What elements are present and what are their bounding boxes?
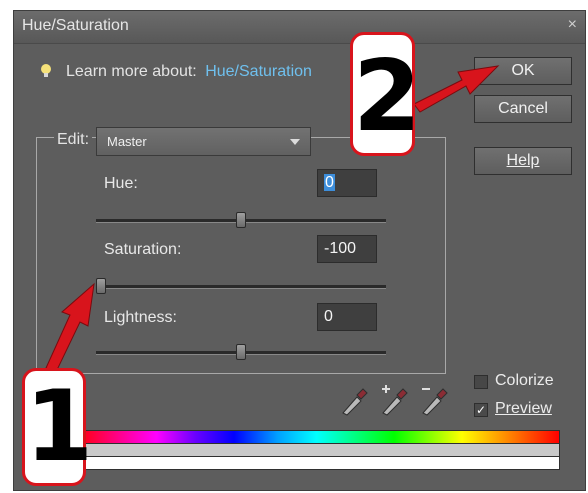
lightness-slider-track[interactable] xyxy=(96,344,386,360)
lightness-slider-thumb[interactable] xyxy=(236,344,246,360)
saturation-label: Saturation: xyxy=(104,241,182,258)
edit-channel-select[interactable]: Master xyxy=(96,127,311,156)
title-bar[interactable]: Hue/Saturation × xyxy=(14,11,585,44)
learn-more-line: Learn more about: Hue/Saturation xyxy=(40,63,312,81)
lightness-value: 0 xyxy=(324,308,333,325)
saturation-slider-track[interactable] xyxy=(96,278,386,294)
dialog-title: Hue/Saturation xyxy=(22,17,129,34)
hue-slider-thumb[interactable] xyxy=(236,212,246,228)
ok-button[interactable]: OK xyxy=(474,57,572,85)
edit-channel-value: Master xyxy=(107,134,147,149)
chevron-down-icon xyxy=(290,139,300,145)
colorize-checkbox[interactable] xyxy=(474,375,488,389)
lightness-bar xyxy=(73,456,560,470)
lightness-input[interactable]: 0 xyxy=(317,303,377,331)
hue-input[interactable]: 0 xyxy=(317,169,377,197)
lightness-label: Lightness: xyxy=(104,309,177,326)
learn-more-link[interactable]: Hue/Saturation xyxy=(205,63,312,80)
checkmark-icon: ✓ xyxy=(475,403,487,417)
step-2-callout: 2 xyxy=(350,32,421,156)
saturation-slider-thumb[interactable] xyxy=(96,278,106,294)
help-button[interactable]: Help xyxy=(474,147,572,175)
eyedropper-minus-icon[interactable] xyxy=(419,383,449,417)
saturation-value: -100 xyxy=(324,240,357,257)
step-1-callout: 1 xyxy=(22,368,93,486)
learn-more-text: Learn more about: xyxy=(66,63,197,80)
eyedropper-icon[interactable] xyxy=(339,383,369,417)
colorize-label[interactable]: Colorize xyxy=(495,372,554,390)
cancel-button[interactable]: Cancel xyxy=(474,95,572,123)
preview-label[interactable]: Preview xyxy=(495,400,552,418)
adjusted-spectrum-bar xyxy=(73,443,560,457)
hue-label: Hue: xyxy=(104,175,138,192)
hue-value: 0 xyxy=(324,174,335,191)
hue-saturation-dialog: Hue/Saturation × Learn more about: Hue/S… xyxy=(13,10,586,491)
hue-slider-track[interactable] xyxy=(96,212,386,228)
hue-spectrum-bar xyxy=(73,430,560,444)
close-icon[interactable]: × xyxy=(568,16,577,34)
edit-label: Edit: xyxy=(54,131,93,149)
eyedropper-plus-icon[interactable] xyxy=(379,383,409,417)
edit-group-box xyxy=(36,137,446,374)
saturation-input[interactable]: -100 xyxy=(317,235,377,263)
help-button-label: Help xyxy=(506,152,540,169)
preview-checkbox[interactable]: ✓ xyxy=(474,403,488,417)
